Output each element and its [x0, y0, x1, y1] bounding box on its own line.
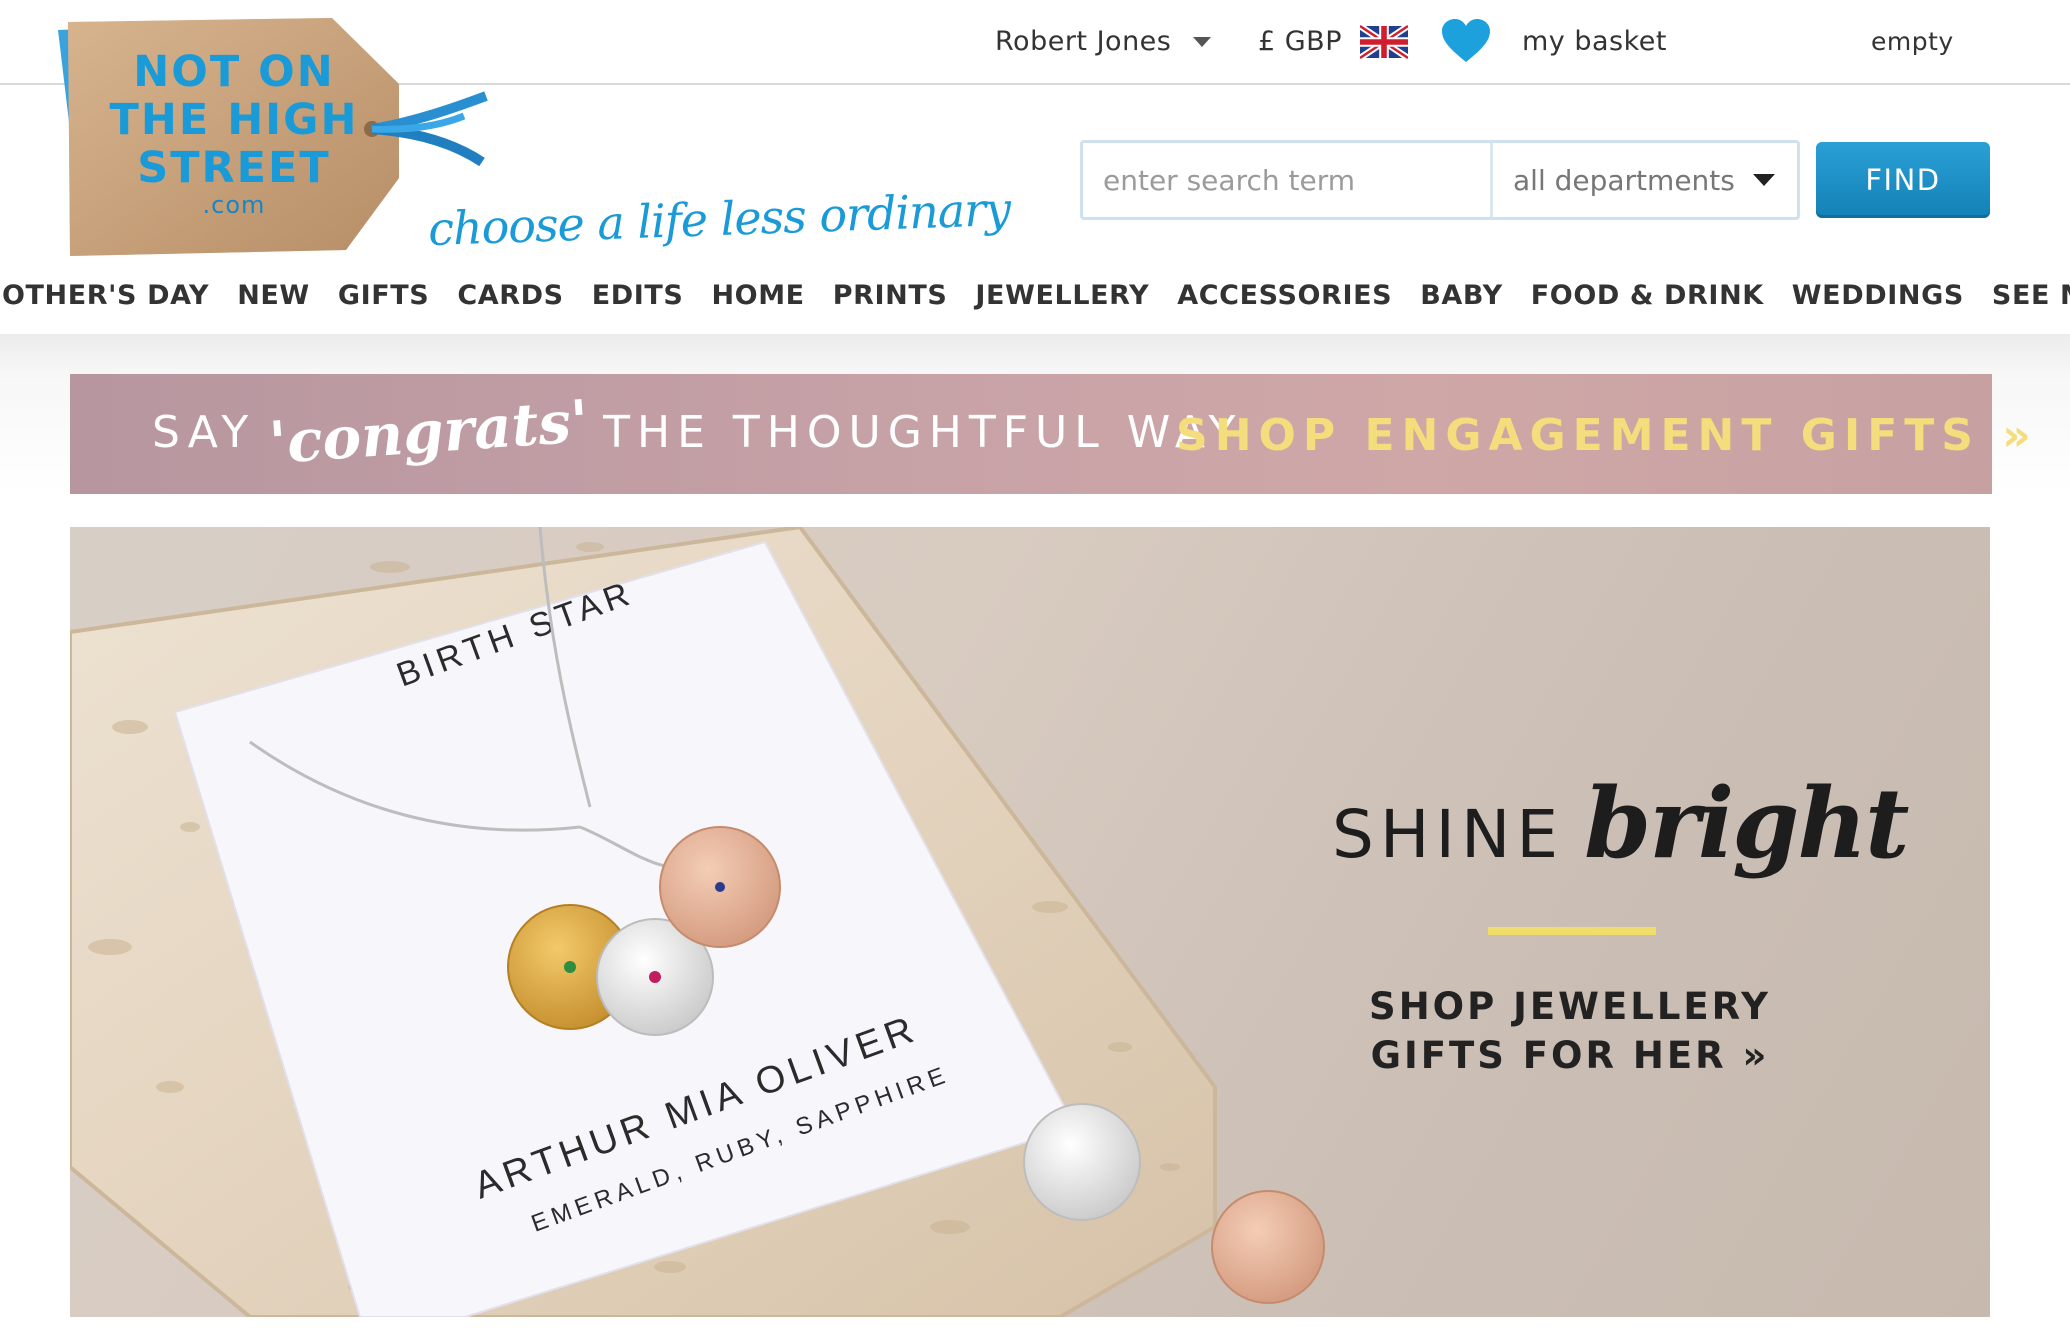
nav-item-accessories[interactable]: ACCESSORIES [1163, 280, 1406, 311]
nav-item-new[interactable]: NEW [223, 280, 324, 311]
nav-item-cards[interactable]: CARDS [443, 280, 577, 311]
promo-cta-link[interactable]: SHOP ENGAGEMENT GIFTS » [1176, 410, 2038, 461]
hero-cta-link[interactable]: SHOP JEWELLERY GIFTS FOR HER » [1340, 982, 1800, 1080]
department-select[interactable]: all departments [1493, 143, 1797, 217]
promo-lead-text: SAY 'congrats' THE THOUGHTFUL WAY [152, 387, 1243, 477]
department-select-value: all departments [1513, 163, 1735, 197]
promo-lead-b: THE THOUGHTFUL WAY [603, 406, 1243, 458]
nav-item-weddings[interactable]: WEDDINGS [1778, 280, 1978, 311]
hero-product-photo: BIRTH STAR ARTHUR MIA OLIVER EMERALD, RU… [70, 527, 1325, 1317]
search-form: all departments [1080, 140, 1800, 220]
basket-link[interactable]: my basket [1522, 22, 1667, 62]
logo-wordmark: NOT ON THE HIGH STREET .com [84, 48, 384, 218]
hero-accent-rule [1488, 927, 1656, 935]
nav-item-food-drink[interactable]: FOOD & DRINK [1517, 280, 1778, 311]
logo-dotcom: .com [202, 191, 266, 219]
promo-lead-a: SAY [152, 406, 256, 458]
hero-cta-line-2: GIFTS FOR HER » [1370, 1034, 1770, 1077]
logo-line-3: STREET [137, 143, 331, 193]
nav-item-gifts[interactable]: GIFTS [324, 280, 444, 311]
nav-list: MOTHER'S DAY NEW GIFTS CARDS EDITS HOME … [0, 270, 2070, 320]
hero-title-script: bright [1584, 767, 1909, 880]
nav-item-baby[interactable]: BABY [1406, 280, 1517, 311]
logo-line-1: NOT ON [133, 47, 335, 97]
nav-item-edits[interactable]: EDITS [578, 280, 698, 311]
chevron-down-icon [1193, 37, 1212, 47]
nav-item-jewellery[interactable]: JEWELLERY [961, 280, 1163, 311]
account-menu[interactable]: Robert Jones [995, 22, 1212, 62]
nav-item-see-more[interactable]: SEE MORE [1978, 280, 2070, 311]
currency-selector[interactable]: £ GBP [1258, 22, 1408, 62]
hero-title-caps: SHINE [1332, 796, 1565, 873]
uk-flag-icon [1360, 25, 1408, 59]
heart-icon[interactable] [1440, 18, 1492, 64]
nav-item-home[interactable]: HOME [697, 280, 818, 311]
nav-item-prints[interactable]: PRINTS [819, 280, 962, 311]
logo-line-2: THE HIGH [109, 95, 359, 145]
main-navigation: MOTHER'S DAY NEW GIFTS CARDS EDITS HOME … [0, 270, 2070, 332]
promo-lead-script: 'congrats' [267, 386, 592, 478]
caret-down-icon [1753, 174, 1775, 186]
nav-item-mothers-day[interactable]: MOTHER'S DAY [0, 280, 223, 311]
search-input[interactable] [1083, 143, 1493, 217]
find-button[interactable]: FIND [1816, 142, 1990, 218]
hero-banner[interactable]: BIRTH STAR ARTHUR MIA OLIVER EMERALD, RU… [70, 527, 1990, 1317]
hero-cta-line-1: SHOP JEWELLERY [1369, 985, 1771, 1028]
currency-label: £ GBP [1258, 26, 1342, 57]
account-name: Robert Jones [995, 26, 1172, 57]
basket-status: empty [1871, 27, 1954, 56]
engagement-promo-banner[interactable]: SAY 'congrats' THE THOUGHTFUL WAY SHOP E… [70, 374, 2031, 494]
hero-title: SHINE bright [1332, 767, 1910, 880]
